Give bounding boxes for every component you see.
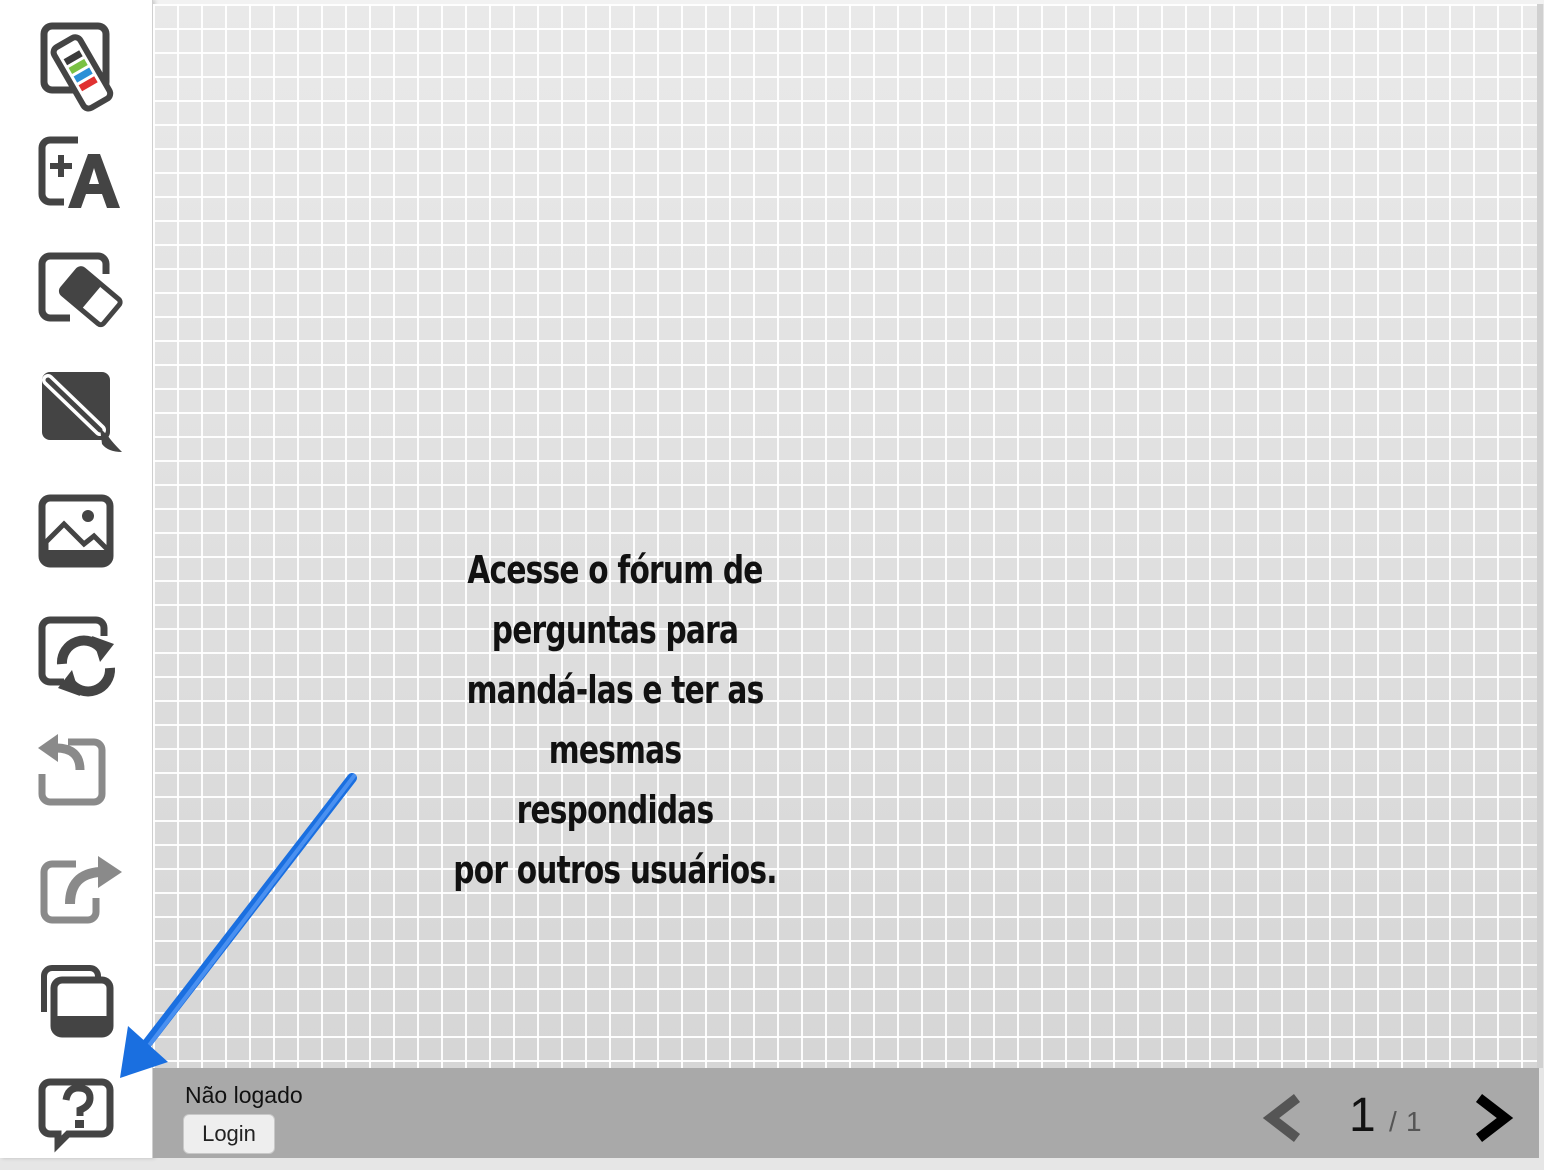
annotation-line: mandá-las e ter as	[466, 668, 765, 712]
login-status: Não logado	[185, 1082, 303, 1108]
page-separator: /	[1389, 1106, 1397, 1137]
annotation-line: por outros usuários.	[453, 848, 777, 892]
chevron-left-icon	[1262, 1094, 1301, 1142]
image-button[interactable]	[28, 484, 128, 584]
bottom-bar: Não logado Login 1 / 1	[153, 1068, 1539, 1158]
page-current: 1	[1349, 1089, 1376, 1142]
pages-icon	[41, 965, 114, 1038]
annotation-line: mesmas respondidas	[516, 728, 714, 832]
image-icon	[38, 494, 114, 568]
annotation-line: perguntas para	[491, 608, 739, 652]
redo-button[interactable]	[28, 844, 128, 944]
brush-button[interactable]	[28, 362, 128, 462]
help-button[interactable]	[28, 1070, 128, 1170]
undo-icon	[38, 734, 106, 806]
color-swatch-button[interactable]	[28, 16, 128, 116]
pages-button[interactable]	[28, 958, 128, 1058]
page-total: 1	[1406, 1106, 1422, 1137]
login-button[interactable]: Login	[183, 1114, 275, 1154]
add-text-icon	[38, 136, 120, 208]
brush-icon	[42, 372, 122, 452]
redo-icon	[40, 856, 122, 924]
annotation-line: Acesse o fórum de	[467, 548, 763, 592]
eraser-button[interactable]	[28, 244, 128, 344]
annotation-text: Acesse o fórum de perguntas para mandá-l…	[447, 540, 782, 900]
eraser-icon	[38, 252, 123, 328]
color-swatch-icon	[40, 22, 114, 112]
undo-button[interactable]	[28, 722, 128, 822]
help-icon	[38, 1078, 114, 1153]
chevron-right-icon	[1475, 1094, 1514, 1142]
refresh-button[interactable]	[28, 606, 128, 706]
drawing-canvas[interactable]	[153, 4, 1543, 1068]
tool-sidebar	[0, 0, 153, 1158]
refresh-icon	[38, 616, 116, 697]
add-text-button[interactable]	[28, 128, 128, 228]
next-page-button[interactable]	[1467, 1092, 1519, 1144]
previous-page-button[interactable]	[1257, 1092, 1309, 1144]
